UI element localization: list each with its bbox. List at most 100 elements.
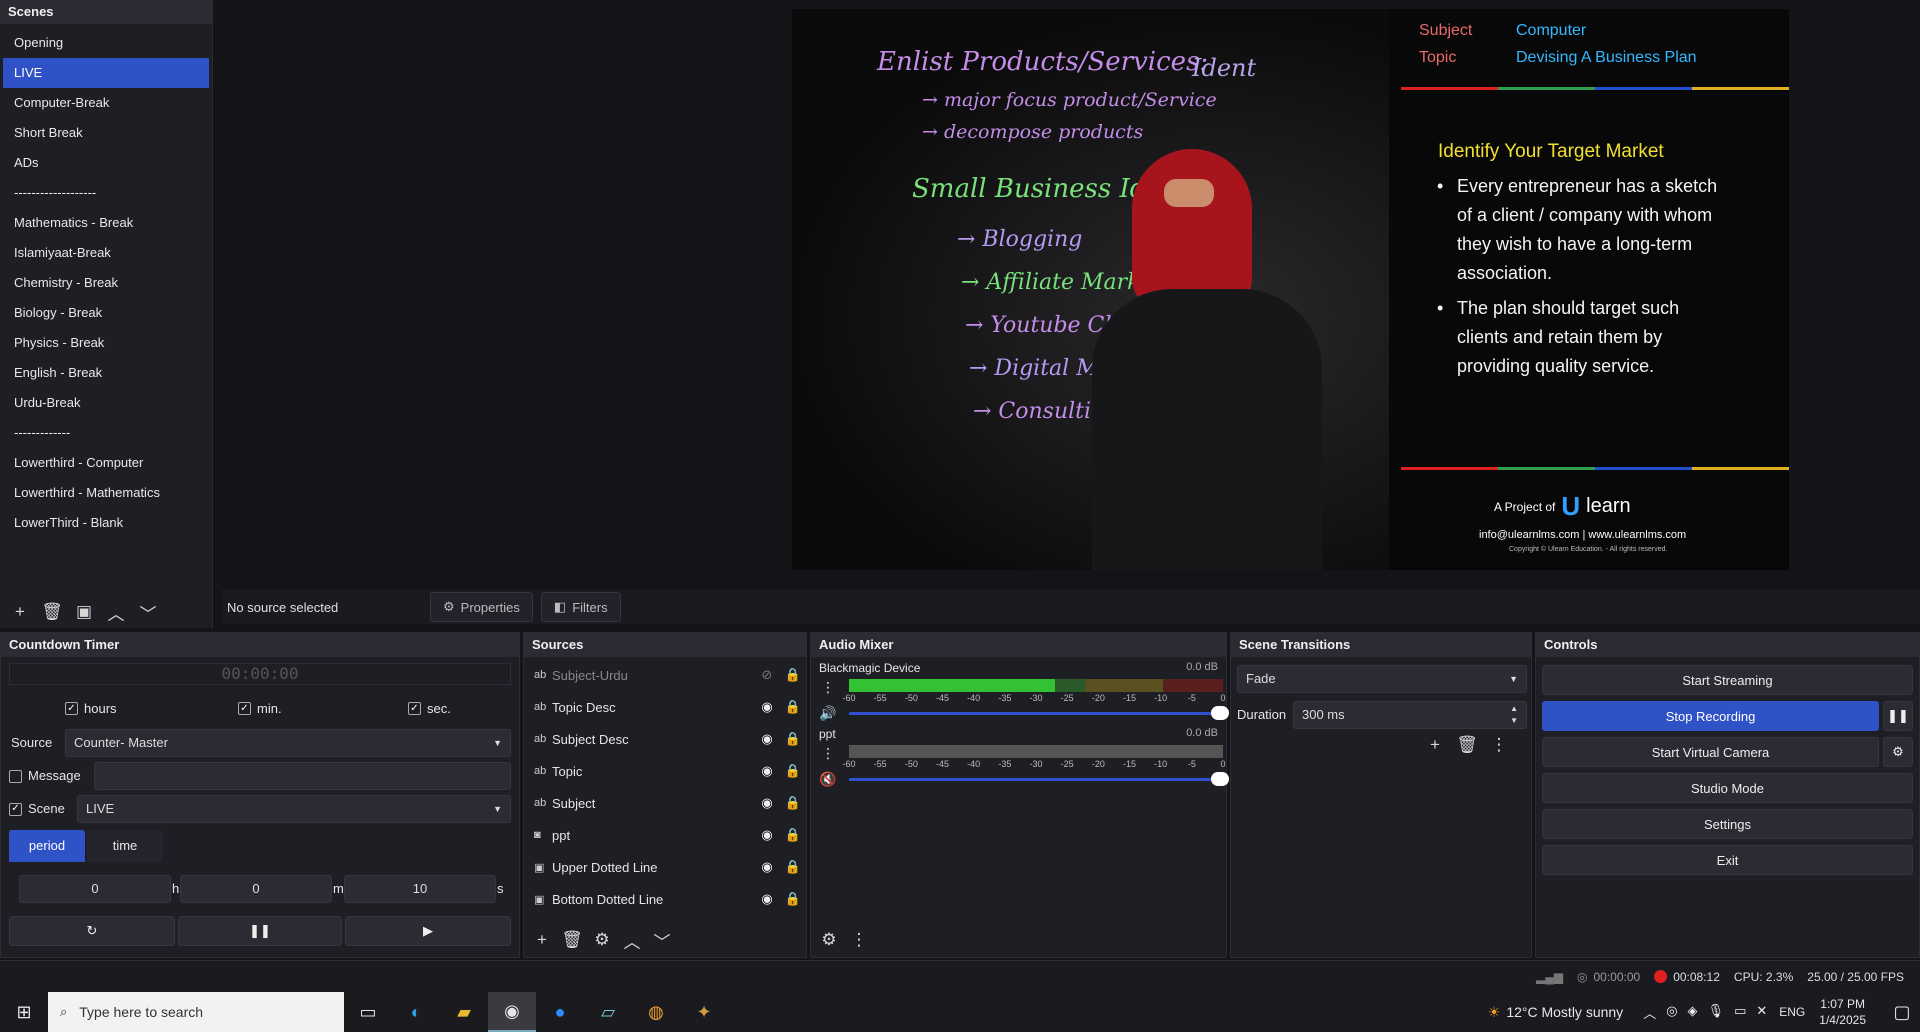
windows-start-icon[interactable]: ⊞ — [0, 992, 48, 1032]
pause-recording-button[interactable]: ❚❚ — [1883, 701, 1913, 731]
reset-button[interactable]: ↻ — [9, 916, 175, 946]
lock-icon[interactable]: 🔒 — [780, 699, 806, 715]
taskbar-search[interactable]: ⌕ Type here to search — [48, 992, 344, 1032]
lock-icon[interactable]: 🔒 — [780, 859, 806, 875]
move-up-button[interactable]: ︿ — [620, 928, 644, 952]
preview-area[interactable]: Enlist Products/Services: → major focus … — [222, 0, 1920, 588]
filters-button[interactable]: ◧ Filters — [540, 592, 621, 622]
scene-item[interactable]: ------------- — [3, 418, 209, 448]
eye-icon[interactable]: ◉ — [754, 731, 780, 747]
volume-slider[interactable] — [849, 712, 1223, 715]
transition-select[interactable]: Fade ▼ — [1237, 665, 1527, 693]
add-source-button[interactable]: + — [530, 928, 554, 952]
scene-item[interactable]: Chemistry - Break — [3, 268, 209, 298]
scene-item[interactable]: ADs — [3, 148, 209, 178]
exit-button[interactable]: Exit — [1542, 845, 1913, 875]
hours-input[interactable]: 0 — [19, 875, 171, 903]
scene-item[interactable]: Short Break — [3, 118, 209, 148]
scene-item[interactable]: Physics - Break — [3, 328, 209, 358]
move-up-button[interactable]: ︿ — [104, 600, 128, 624]
notepad-icon[interactable]: ▱ — [584, 992, 632, 1032]
source-item[interactable]: ab Subject-Urdu ⊘ 🔒 — [524, 659, 806, 691]
tab-period[interactable]: period — [9, 830, 85, 862]
start-streaming-button[interactable]: Start Streaming — [1542, 665, 1913, 695]
source-item[interactable]: ▣ Bottom Dotted Line ◉ 🔒 — [524, 883, 806, 915]
eye-hidden-icon[interactable]: ⊘ — [754, 667, 780, 683]
volume-slider-handle[interactable] — [1211, 772, 1229, 786]
chevron-up-icon[interactable]: ︿ — [1643, 1003, 1656, 1022]
source-item[interactable]: ▣ Upper Dotted Line ◉ 🔒 — [524, 851, 806, 883]
file-explorer-icon[interactable]: ▰ — [440, 992, 488, 1032]
scene-item[interactable]: English - Break — [3, 358, 209, 388]
remove-scene-button[interactable]: 🗑 — [40, 600, 64, 624]
move-down-button[interactable]: ﹀ — [136, 600, 160, 624]
eye-icon[interactable]: ◉ — [754, 859, 780, 875]
virtual-camera-settings-button[interactable]: ⚙ — [1883, 737, 1913, 767]
location-icon[interactable]: ◈ — [1688, 1003, 1698, 1022]
remove-source-button[interactable]: 🗑 — [560, 928, 584, 952]
properties-button[interactable]: ⚙ Properties — [430, 592, 533, 622]
advanced-audio-button[interactable]: ⚙ — [817, 928, 841, 952]
eye-icon[interactable]: ◉ — [754, 763, 780, 779]
source-select[interactable]: Counter- Master ▼ — [65, 729, 511, 757]
message-input[interactable] — [94, 762, 511, 790]
source-item[interactable]: ab Topic ◉ 🔒 — [524, 755, 806, 787]
eye-icon[interactable]: ◉ — [754, 699, 780, 715]
source-settings-button[interactable]: ⚙ — [590, 928, 614, 952]
hours-checkbox[interactable]: ✓ hours — [65, 701, 238, 716]
edge-icon[interactable]: ◐ — [392, 992, 440, 1032]
volume-slider[interactable] — [849, 778, 1223, 781]
task-view-icon[interactable]: ▭ — [344, 992, 392, 1032]
start-virtual-camera-button[interactable]: Start Virtual Camera — [1542, 737, 1879, 767]
seconds-input[interactable]: 10 — [344, 875, 496, 903]
pause-button[interactable]: ❚❚ — [178, 916, 342, 946]
remove-transition-button[interactable]: 🗑 — [1455, 733, 1479, 757]
lock-icon[interactable]: 🔒 — [780, 891, 806, 907]
min-checkbox[interactable]: ✓ min. — [238, 701, 408, 716]
sec-checkbox[interactable]: ✓ sec. — [408, 701, 451, 716]
zoom-icon[interactable]: ● — [536, 992, 584, 1032]
scene-item[interactable]: Opening — [3, 28, 209, 58]
transition-menu-button[interactable]: ⋮ — [1487, 733, 1511, 757]
scene-item[interactable]: Lowerthird - Mathematics — [3, 478, 209, 508]
eye-icon[interactable]: ◉ — [754, 891, 780, 907]
minutes-input[interactable]: 0 — [180, 875, 332, 903]
source-item[interactable]: ab Subject ◉ 🔒 — [524, 787, 806, 819]
message-checkbox[interactable]: Message — [9, 762, 81, 790]
scene-item[interactable]: Urdu-Break — [3, 388, 209, 418]
weather-widget[interactable]: ☀ 12°C Mostly sunny — [1488, 1004, 1623, 1021]
scene-select[interactable]: LIVE ▼ — [77, 795, 511, 823]
source-item[interactable]: ab Subject Desc ◉ 🔒 — [524, 723, 806, 755]
play-button[interactable]: ▶ — [345, 916, 511, 946]
eye-icon[interactable]: ◉ — [754, 827, 780, 843]
firefox-icon[interactable]: ◍ — [632, 992, 680, 1032]
scene-item[interactable]: Biology - Break — [3, 298, 209, 328]
obs-icon[interactable]: ◉ — [488, 992, 536, 1032]
source-item[interactable]: ab Topic Desc ◉ 🔒 — [524, 691, 806, 723]
scene-filters-button[interactable]: ▣ — [72, 600, 96, 624]
scene-item[interactable]: LowerThird - Blank — [3, 508, 209, 538]
add-scene-button[interactable]: + — [8, 600, 32, 624]
channel-menu-icon[interactable]: ⋮ — [821, 745, 835, 762]
scene-item[interactable]: ------------------- — [3, 178, 209, 208]
notifications-icon[interactable]: ▢ — [1884, 992, 1920, 1032]
app-icon[interactable]: ✦ — [680, 992, 728, 1032]
duration-input[interactable]: 300 ms ▲ ▼ — [1293, 701, 1527, 729]
clock[interactable]: 1:07 PM 1/4/2025 — [1819, 996, 1866, 1028]
meet-now-icon[interactable]: ◎ — [1666, 1003, 1677, 1022]
scene-item[interactable]: Lowerthird - Computer — [3, 448, 209, 478]
scene-item[interactable]: Islamiyaat-Break — [3, 238, 209, 268]
lock-icon[interactable]: 🔒 — [780, 763, 806, 779]
language-indicator[interactable]: ENG — [1779, 1005, 1805, 1019]
settings-button[interactable]: Settings — [1542, 809, 1913, 839]
volume-slider-handle[interactable] — [1211, 706, 1229, 720]
scene-item[interactable]: Mathematics - Break — [3, 208, 209, 238]
scene-item[interactable]: Computer-Break — [3, 88, 209, 118]
eye-icon[interactable]: ◉ — [754, 795, 780, 811]
tab-time[interactable]: time — [87, 830, 163, 862]
network-icon[interactable]: ▭ — [1734, 1003, 1746, 1022]
studio-mode-button[interactable]: Studio Mode — [1542, 773, 1913, 803]
volume-muted-icon[interactable]: ✕ — [1756, 1003, 1767, 1022]
channel-menu-icon[interactable]: ⋮ — [821, 679, 835, 696]
source-item[interactable]: ◙ ppt ◉ 🔒 — [524, 819, 806, 851]
